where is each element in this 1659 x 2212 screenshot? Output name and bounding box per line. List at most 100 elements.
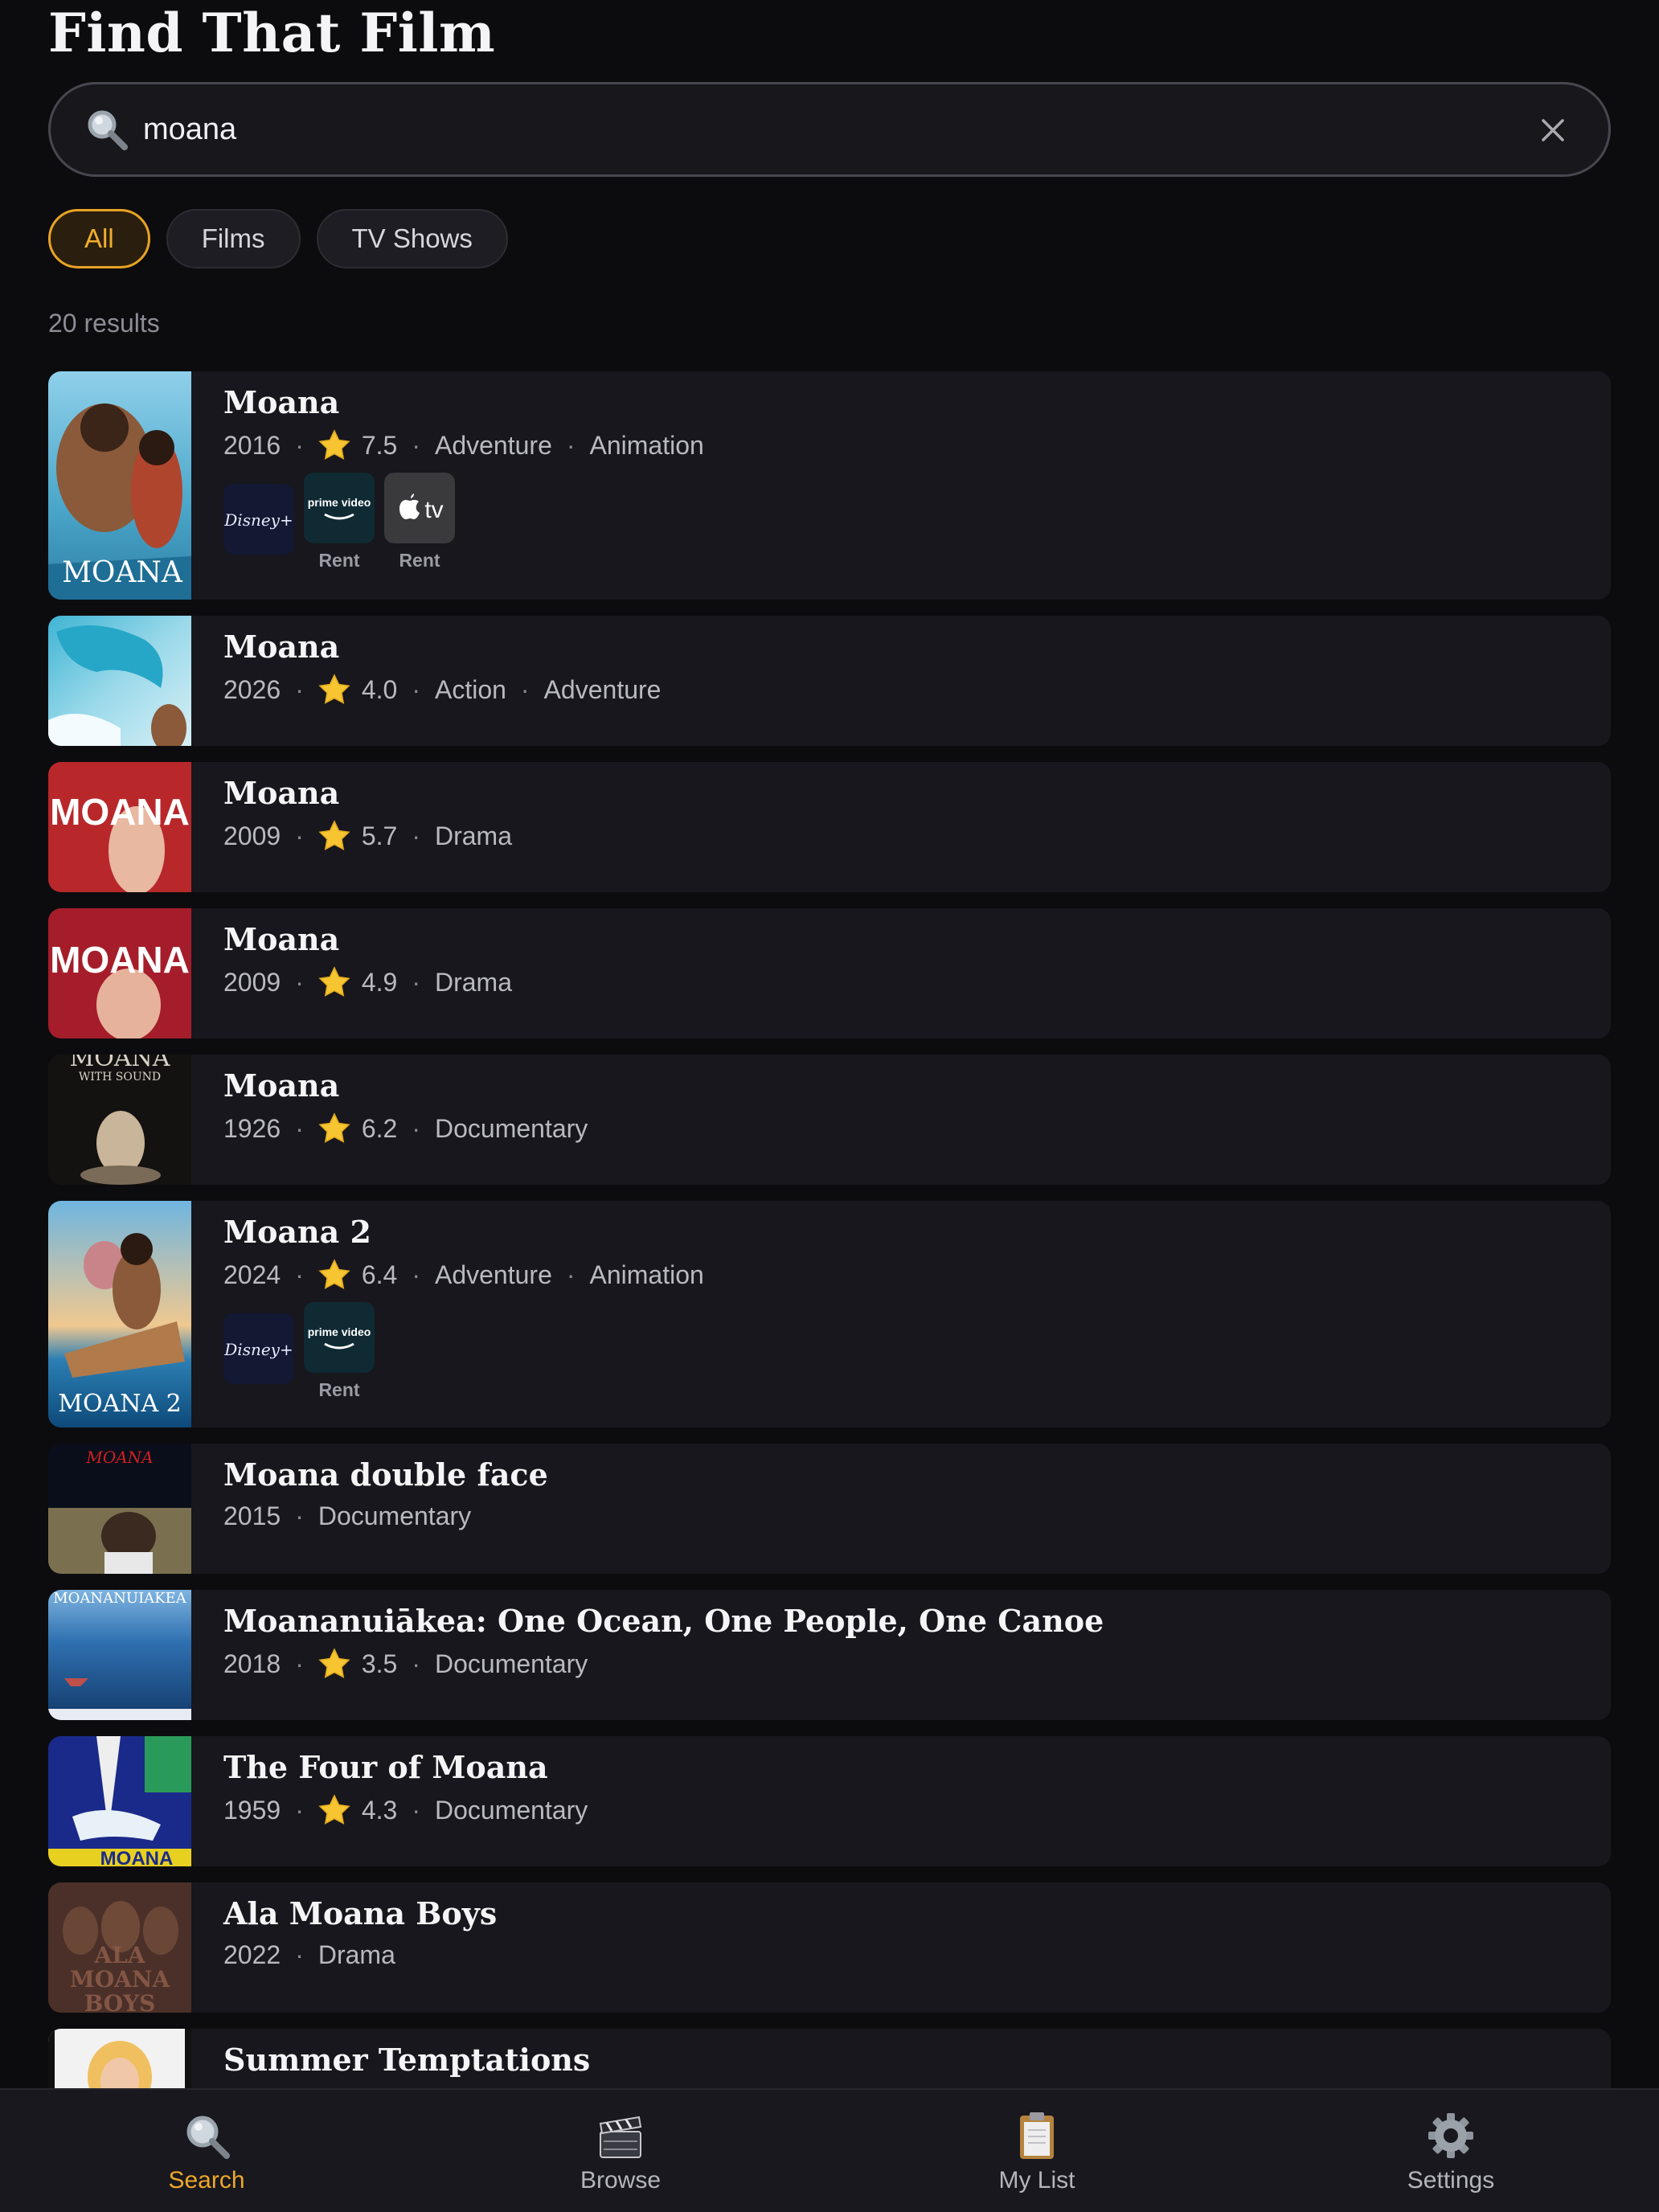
result-rating: 7.5 bbox=[361, 430, 398, 460]
result-year: 2009 bbox=[223, 967, 281, 997]
poster-image: MOANA 2 bbox=[48, 1201, 191, 1428]
poster-image: ALA MOANA BOYS bbox=[48, 1882, 191, 2013]
tab-my-list[interactable]: My List bbox=[916, 2090, 1157, 2212]
result-meta: 2018 · 3.5 · Documentary bbox=[223, 1648, 588, 1680]
tab-bar: Search Browse My List Settings bbox=[0, 2088, 1659, 2212]
star-icon bbox=[318, 1794, 350, 1826]
result-row[interactable]: MOANA Moana 2009 · 4.9 · Drama bbox=[48, 908, 1611, 1038]
search-bar[interactable] bbox=[48, 82, 1611, 177]
result-genre: Documentary bbox=[434, 1795, 588, 1825]
result-row[interactable]: Moana 2026 · 4.0 · Action · Adventure bbox=[48, 616, 1611, 746]
filter-chip-all[interactable]: All bbox=[48, 209, 150, 268]
star-icon bbox=[318, 429, 350, 461]
tab-browse[interactable]: Browse bbox=[500, 2090, 741, 2212]
prime-video-logo-icon bbox=[304, 1302, 375, 1373]
result-row[interactable]: MOANA Moana double face 2015 · Documenta… bbox=[48, 1444, 1611, 1574]
star-icon bbox=[318, 1112, 350, 1145]
svg-text:MOANA: MOANA bbox=[85, 1448, 153, 1467]
provider-apple-tv[interactable]: Rent bbox=[384, 473, 455, 584]
poster-image bbox=[48, 616, 191, 746]
provider-list: Rent Rent bbox=[223, 473, 455, 584]
svg-text:MOANANUIAKEA: MOANANUIAKEA bbox=[53, 1590, 187, 1607]
close-icon[interactable] bbox=[1531, 109, 1575, 152]
result-meta: 2016 · 7.5 · Adventure · Animation bbox=[223, 429, 704, 461]
apple-tv-logo-icon bbox=[384, 473, 455, 543]
tab-label: Search bbox=[168, 2167, 245, 2194]
poster-image: MOANA bbox=[48, 908, 191, 1038]
svg-text:MOANA: MOANA bbox=[100, 1848, 174, 1866]
search-icon bbox=[186, 2116, 230, 2159]
result-meta: 1959 · 4.3 · Documentary bbox=[223, 1794, 588, 1826]
svg-text:ALA: ALA bbox=[93, 1942, 145, 1968]
poster-image: MOANA bbox=[48, 1444, 191, 1574]
svg-text:BOYS: BOYS bbox=[84, 1990, 156, 2013]
result-year: 2016 bbox=[223, 430, 281, 460]
result-genre: Action bbox=[434, 674, 506, 704]
tab-settings[interactable]: Settings bbox=[1330, 2090, 1571, 2212]
result-row[interactable]: MOANA Moana 2009 · 5.7 · Drama bbox=[48, 762, 1611, 892]
poster-image: MOANA bbox=[48, 1736, 191, 1866]
result-year: 2009 bbox=[223, 821, 281, 850]
svg-text:MOANA 2: MOANA 2 bbox=[58, 1390, 182, 1418]
star-icon bbox=[318, 1648, 350, 1680]
provider-prime-video[interactable]: Rent bbox=[304, 473, 375, 584]
result-genre: Drama bbox=[317, 1940, 395, 1969]
result-year: 1959 bbox=[223, 1795, 281, 1825]
result-title: Summer Temptations bbox=[223, 2042, 591, 2078]
result-title: Moana double face bbox=[223, 1456, 548, 1493]
clipboard-icon bbox=[1020, 2112, 1054, 2159]
result-meta: 2026 · 4.0 · Action · Adventure bbox=[223, 674, 661, 706]
tab-label: Settings bbox=[1407, 2167, 1495, 2194]
result-row[interactable]: MOANA 2 Moana 2 2024 · 6.4 · Adventure ·… bbox=[48, 1201, 1611, 1428]
result-row[interactable]: MOANANUIAKEA Moananuiākea: One Ocean, On… bbox=[48, 1590, 1611, 1720]
result-row[interactable]: MOANA Moana 2016 · 7.5 · Adventure · Ani… bbox=[48, 371, 1611, 600]
svg-text:WITH SOUND: WITH SOUND bbox=[79, 1071, 161, 1083]
page-title: Find That Film bbox=[48, 2, 496, 64]
star-icon bbox=[318, 674, 350, 706]
star-icon bbox=[318, 820, 350, 852]
result-rating: 6.4 bbox=[361, 1260, 398, 1289]
result-meta: 2009 · 4.9 · Drama bbox=[223, 966, 512, 998]
result-row[interactable]: MOANA WITH SOUND Moana 1926 · 6.2 · Docu… bbox=[48, 1055, 1611, 1185]
filter-chip-films[interactable]: Films bbox=[166, 209, 301, 268]
svg-text:MOANA: MOANA bbox=[70, 1966, 171, 1993]
tab-search[interactable]: Search bbox=[86, 2090, 327, 2212]
result-rating: 4.0 bbox=[361, 674, 398, 704]
result-genre: Adventure bbox=[434, 430, 552, 460]
result-genre: Adventure bbox=[543, 674, 662, 704]
provider-list: Rent bbox=[223, 1302, 375, 1413]
result-rating: 4.3 bbox=[361, 1795, 398, 1825]
result-genre: Documentary bbox=[317, 1501, 472, 1530]
poster-image: MOANA WITH SOUND bbox=[48, 1055, 191, 1185]
result-title: Moana bbox=[223, 384, 340, 420]
tab-label: My List bbox=[998, 2167, 1075, 2194]
star-icon bbox=[318, 966, 350, 998]
poster-image: MOANANUIAKEA bbox=[48, 1590, 191, 1720]
svg-text:MOANA: MOANA bbox=[50, 939, 190, 981]
tab-label: Browse bbox=[580, 2167, 662, 2194]
provider-disney-plus[interactable] bbox=[223, 1313, 294, 1413]
provider-prime-video[interactable]: Rent bbox=[304, 1302, 375, 1413]
filter-chip-tv-shows[interactable]: TV Shows bbox=[316, 209, 508, 268]
provider-disney-plus[interactable] bbox=[223, 484, 294, 584]
result-title: Moana bbox=[223, 921, 340, 957]
search-icon bbox=[88, 110, 128, 150]
result-genre: Adventure bbox=[434, 1260, 552, 1289]
result-rating: 5.7 bbox=[361, 821, 398, 850]
prime-video-logo-icon bbox=[304, 473, 375, 543]
result-title: Moana bbox=[223, 775, 340, 811]
result-title: Moana 2 bbox=[223, 1214, 371, 1250]
result-genre: Animation bbox=[589, 430, 704, 460]
result-row[interactable]: ALA MOANA BOYS Ala Moana Boys 2022 · Dra… bbox=[48, 1882, 1611, 2013]
result-title: Moananuiākea: One Ocean, One People, One… bbox=[223, 1603, 1104, 1639]
disney-plus-logo-icon bbox=[223, 1313, 294, 1384]
clapperboard-icon bbox=[599, 2116, 642, 2158]
search-input[interactable] bbox=[143, 102, 1461, 157]
result-title: The Four of Moana bbox=[223, 1749, 548, 1785]
result-genre: Documentary bbox=[434, 1649, 588, 1678]
result-year: 2022 bbox=[223, 1940, 281, 1969]
result-rating: 3.5 bbox=[361, 1649, 398, 1678]
result-genre: Animation bbox=[589, 1260, 704, 1289]
result-row[interactable]: MOANA The Four of Moana 1959 · 4.3 · Doc… bbox=[48, 1736, 1611, 1866]
result-meta: 1926 · 6.2 · Documentary bbox=[223, 1112, 588, 1145]
